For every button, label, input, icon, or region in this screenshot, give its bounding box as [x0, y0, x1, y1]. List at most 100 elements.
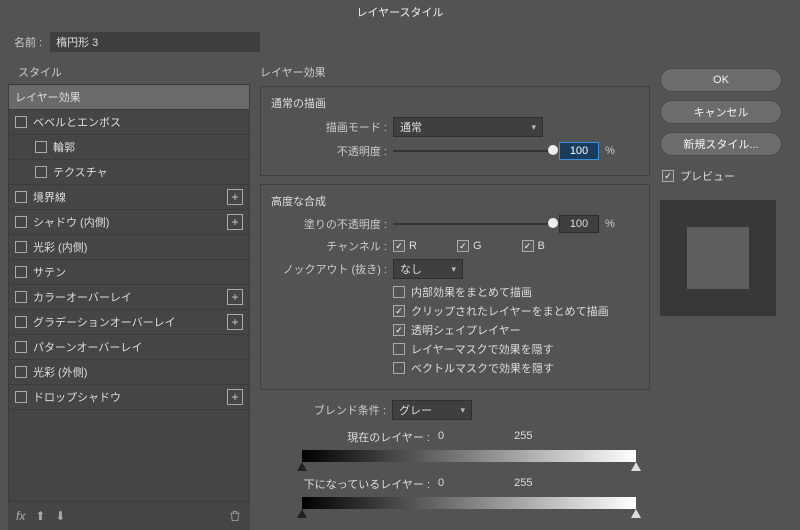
- opacity-label: 不透明度 :: [271, 143, 387, 159]
- under-layer-label: 下になっているレイヤー :: [302, 476, 430, 492]
- plus-icon[interactable]: +: [227, 314, 243, 330]
- opt-e-checkbox[interactable]: [393, 362, 405, 374]
- knockout-label: ノックアウト (抜き) :: [271, 261, 387, 277]
- channel-g-checkbox[interactable]: [457, 240, 469, 252]
- chevron-down-icon: ▾: [451, 264, 456, 275]
- style-gradient-overlay[interactable]: グラデーションオーバーレイ +: [9, 310, 249, 335]
- checkbox[interactable]: [15, 341, 27, 353]
- style-color-overlay[interactable]: カラーオーバーレイ +: [9, 285, 249, 310]
- preview-label: プレビュー: [680, 168, 735, 184]
- opt-d-checkbox[interactable]: [393, 343, 405, 355]
- channel-label: チャンネル :: [271, 238, 387, 254]
- checkbox[interactable]: [15, 316, 27, 328]
- style-satin[interactable]: サテン: [9, 260, 249, 285]
- style-label: レイヤー効果: [15, 89, 81, 105]
- opt-label: ベクトルマスクで効果を隠す: [411, 360, 554, 376]
- style-inner-glow[interactable]: 光彩 (内側): [9, 235, 249, 260]
- select-value: グレー: [399, 402, 432, 418]
- chevron-down-icon: ▾: [460, 405, 465, 416]
- frame-title: 通常の描画: [271, 95, 639, 111]
- channel-r-checkbox[interactable]: [393, 240, 405, 252]
- channel-b-label: B: [538, 240, 545, 252]
- style-pattern-overlay[interactable]: パターンオーバーレイ: [9, 335, 249, 360]
- select-value: 通常: [400, 119, 422, 135]
- style-stroke[interactable]: 境界線 +: [9, 185, 249, 210]
- opt-label: 内部効果をまとめて描画: [411, 284, 532, 300]
- blend-mode-select[interactable]: 通常▾: [393, 117, 543, 137]
- style-label: 光彩 (外側): [33, 364, 87, 380]
- cancel-button[interactable]: キャンセル: [660, 100, 782, 124]
- blend-if-select[interactable]: グレー ▾: [392, 400, 472, 420]
- ok-button[interactable]: OK: [660, 68, 782, 92]
- blend-if-label: ブレンド条件 :: [260, 402, 386, 418]
- opacity-slider[interactable]: [393, 144, 553, 158]
- new-style-button[interactable]: 新規スタイル...: [660, 132, 782, 156]
- range-min: 0: [438, 430, 444, 442]
- trash-icon[interactable]: [228, 509, 242, 523]
- style-label: ドロップシャドウ: [33, 389, 121, 405]
- style-layer-effects[interactable]: レイヤー効果: [9, 85, 249, 110]
- style-label: カラーオーバーレイ: [33, 289, 132, 305]
- plus-icon[interactable]: +: [227, 289, 243, 305]
- channel-r-label: R: [409, 240, 417, 252]
- advanced-blend-frame: 高度な合成 塗りの不透明度 : % チャンネル : R G B ノックアウト (…: [260, 184, 650, 390]
- range-max: 255: [514, 477, 532, 489]
- checkbox[interactable]: [15, 291, 27, 303]
- percent-unit: %: [605, 218, 615, 230]
- opt-b-checkbox[interactable]: [393, 305, 405, 317]
- channel-b-checkbox[interactable]: [522, 240, 534, 252]
- range-max: 255: [514, 430, 532, 442]
- knockout-select[interactable]: なし ▾: [393, 259, 463, 279]
- preview-swatch: [660, 200, 776, 316]
- preview-checkbox[interactable]: [662, 170, 674, 182]
- name-label: 名前 :: [14, 34, 42, 50]
- style-contour[interactable]: 輪郭: [9, 135, 249, 160]
- checkbox[interactable]: [15, 391, 27, 403]
- opt-c-checkbox[interactable]: [393, 324, 405, 336]
- plus-icon[interactable]: +: [227, 214, 243, 230]
- style-label: サテン: [33, 264, 66, 280]
- style-texture[interactable]: テクスチャ: [9, 160, 249, 185]
- style-label: 輪郭: [53, 139, 75, 155]
- layer-name-input[interactable]: [50, 32, 260, 52]
- plus-icon[interactable]: +: [227, 189, 243, 205]
- blend-mode-label: 描画モード :: [271, 119, 387, 135]
- checkbox[interactable]: [15, 366, 27, 378]
- plus-icon[interactable]: +: [227, 389, 243, 405]
- style-inner-shadow[interactable]: シャドウ (内側) +: [9, 210, 249, 235]
- checkbox[interactable]: [15, 266, 27, 278]
- style-label: 境界線: [33, 189, 66, 205]
- checkbox[interactable]: [15, 216, 27, 228]
- frame-title: 高度な合成: [271, 193, 639, 209]
- arrow-up-icon[interactable]: ⬆: [35, 509, 45, 523]
- style-label: シャドウ (内側): [33, 214, 109, 230]
- style-label: テクスチャ: [53, 164, 108, 180]
- range-min: 0: [438, 477, 444, 489]
- style-bevel[interactable]: ベベルとエンボス: [9, 110, 249, 135]
- checkbox[interactable]: [15, 191, 27, 203]
- fx-icon[interactable]: fx: [16, 509, 25, 523]
- checkbox[interactable]: [35, 141, 47, 153]
- style-drop-shadow[interactable]: ドロップシャドウ +: [9, 385, 249, 410]
- this-layer-bar[interactable]: [302, 450, 636, 462]
- fill-opacity-input[interactable]: [559, 215, 599, 233]
- checkbox[interactable]: [35, 166, 47, 178]
- opacity-input[interactable]: [559, 142, 599, 160]
- style-label: ベベルとエンボス: [33, 114, 121, 130]
- styles-header: スタイル: [8, 58, 250, 84]
- select-value: なし: [400, 261, 422, 277]
- checkbox[interactable]: [15, 241, 27, 253]
- effects-section-title: レイヤー効果: [260, 64, 650, 80]
- style-outer-glow[interactable]: 光彩 (外側): [9, 360, 249, 385]
- opt-label: クリップされたレイヤーをまとめて描画: [411, 303, 609, 319]
- fill-opacity-slider[interactable]: [393, 217, 553, 231]
- under-layer-bar[interactable]: [302, 497, 636, 509]
- opt-a-checkbox[interactable]: [393, 286, 405, 298]
- arrow-down-icon[interactable]: ⬇: [55, 509, 65, 523]
- name-row: 名前 :: [0, 24, 800, 58]
- style-label: グラデーションオーバーレイ: [33, 314, 176, 330]
- checkbox[interactable]: [15, 116, 27, 128]
- channel-g-label: G: [473, 240, 482, 252]
- dialog-title: レイヤースタイル: [0, 0, 800, 24]
- styles-list: レイヤー効果 ベベルとエンボス 輪郭 テクスチャ 境界線 + シャドウ (内側) +…: [8, 84, 250, 502]
